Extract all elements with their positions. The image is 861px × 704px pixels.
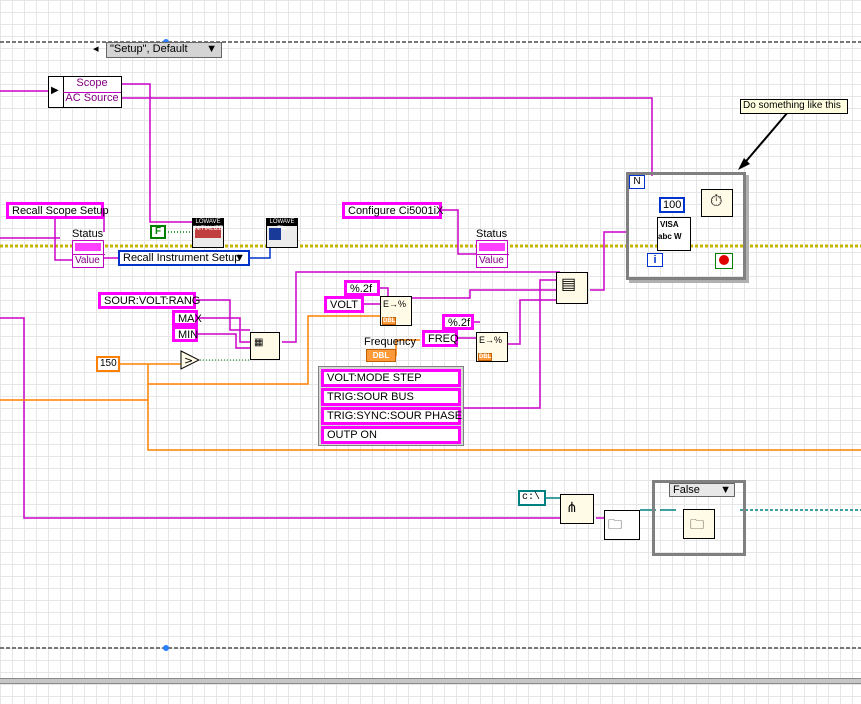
frequency-label: Frequency [364, 336, 416, 348]
value-label-1: Value [73, 254, 105, 268]
while-loop[interactable]: N 100 ⏱ VISA abc W i [626, 172, 746, 280]
lowave-initialize-vi[interactable]: LOWAVE INITIALIZE [192, 218, 224, 248]
lowave-file-title: LOWAVE File [267, 219, 297, 232]
status-label-1: Status [72, 228, 104, 240]
format-string-2[interactable]: %.2f [442, 314, 474, 330]
volt-string[interactable]: VOLT [324, 296, 364, 313]
case-false-selector[interactable]: False ▼ [669, 483, 735, 497]
path-split-icon: ⋔ [566, 499, 578, 515]
chevron-down-icon: ▼ [720, 484, 731, 496]
array-item-trig-sync[interactable]: TRIG:SYNC:SOUR PHASE [321, 407, 462, 425]
chevron-down-icon: ▼ [234, 252, 245, 264]
lowave-init-title: LOWAVE INITIALIZE [193, 219, 223, 232]
new-folder-icon: 🗀 [690, 516, 704, 532]
create-folder-function[interactable]: 🗀 [683, 509, 715, 539]
wait-ms-function[interactable]: ⏱ [701, 189, 733, 217]
annotation-note: Do something like this [740, 99, 848, 114]
error-cluster-icon [75, 243, 101, 251]
ac-source-item: AC Source [65, 92, 119, 104]
path-constant[interactable]: c:\ [518, 490, 546, 506]
select-icon: ▦ [254, 337, 264, 348]
build-array-icon: ▤ [561, 276, 577, 293]
iteration-terminal-icon: i [647, 253, 663, 267]
floppy-disk-icon [269, 228, 281, 240]
recall-scope-setup-string[interactable]: Recall Scope Setup [6, 202, 109, 219]
select-function[interactable]: ▦ [250, 332, 280, 360]
chevron-down-icon: ▼ [206, 43, 217, 55]
status-label-2: Status [476, 228, 508, 240]
format-into-string-2[interactable]: E→% DBL [476, 332, 508, 362]
freq-string[interactable]: FREQ [422, 330, 459, 347]
outer-frame-bottom [0, 678, 861, 684]
stop-terminal[interactable] [715, 253, 733, 269]
numeric-100-constant[interactable]: 100 [659, 197, 685, 213]
case-selector[interactable]: "Setup", Default ▼ ◂ [93, 42, 222, 58]
sour-volt-rang-string[interactable]: SOUR:VOLT:RANG [98, 292, 200, 309]
lowave-file-vi[interactable]: LOWAVE File [266, 218, 298, 248]
format-icon: E→% [479, 335, 503, 345]
unbundle-status-1[interactable]: Value [72, 240, 105, 268]
no-tag-icon: N [629, 175, 645, 189]
strip-path-function[interactable]: ⋔ [560, 494, 594, 524]
format-string-1[interactable]: %.2f [344, 280, 380, 296]
block-diagram-wires [0, 39, 861, 651]
array-item-outp-on[interactable]: OUTP ON [321, 426, 461, 444]
recall-instrument-setup-enum[interactable]: Recall Instrument Setup ▼ [118, 250, 250, 266]
dbl-terminal-icon: DBL [382, 317, 396, 325]
visa-write-label: VISA abc W [658, 220, 682, 241]
scpi-array-constant[interactable]: VOLT:MODE STEP TRIG:SOUR BUS TRIG:SYNC:S… [318, 366, 464, 446]
case-structure-false[interactable]: False ▼ 🗀 [652, 480, 746, 556]
format-icon: E→% [383, 299, 407, 309]
check-if-exists-function[interactable]: 🗀 [604, 510, 640, 540]
stop-icon [719, 255, 729, 265]
scope-cluster[interactable]: ▶ Scope AC Source [48, 76, 122, 108]
greater-than-icon: > [180, 350, 201, 370]
case-selector-value: "Setup", Default [110, 43, 188, 55]
format-into-string-1[interactable]: E→% DBL [380, 296, 412, 326]
dbl-terminal-icon: DBL [478, 353, 492, 361]
stopwatch-icon: ⏱ [710, 193, 723, 210]
unbundle-status-2[interactable]: Value [476, 240, 509, 268]
array-item-volt-mode[interactable]: VOLT:MODE STEP [321, 369, 461, 387]
array-item-trig-sour[interactable]: TRIG:SOUR BUS [321, 388, 461, 406]
greater-than-function[interactable]: > [180, 350, 201, 370]
error-cluster-icon [479, 243, 505, 251]
decrement-arrow-icon[interactable]: ◂ [93, 43, 99, 56]
configure-string[interactable]: Configure Ci5001iX [342, 202, 443, 219]
frequency-terminal[interactable]: DBL [366, 349, 396, 362]
visa-write-function[interactable]: VISA abc W [657, 217, 691, 251]
build-array-function[interactable]: ▤ [556, 272, 588, 304]
min-string[interactable]: MIN [172, 326, 198, 342]
bundle-arrow-icon: ▶ [49, 77, 64, 107]
scope-item: Scope [63, 77, 121, 93]
max-string[interactable]: MAX [172, 310, 202, 326]
folder-icon: 🗀 [608, 516, 622, 532]
false-constant[interactable]: F [150, 225, 166, 239]
recall-enum-value: Recall Instrument Setup [123, 252, 241, 264]
value-label-2: Value [477, 254, 509, 268]
case-false-value: False [673, 484, 700, 496]
svg-text:>: > [184, 354, 193, 367]
numeric-150-constant[interactable]: 150 [96, 356, 120, 372]
